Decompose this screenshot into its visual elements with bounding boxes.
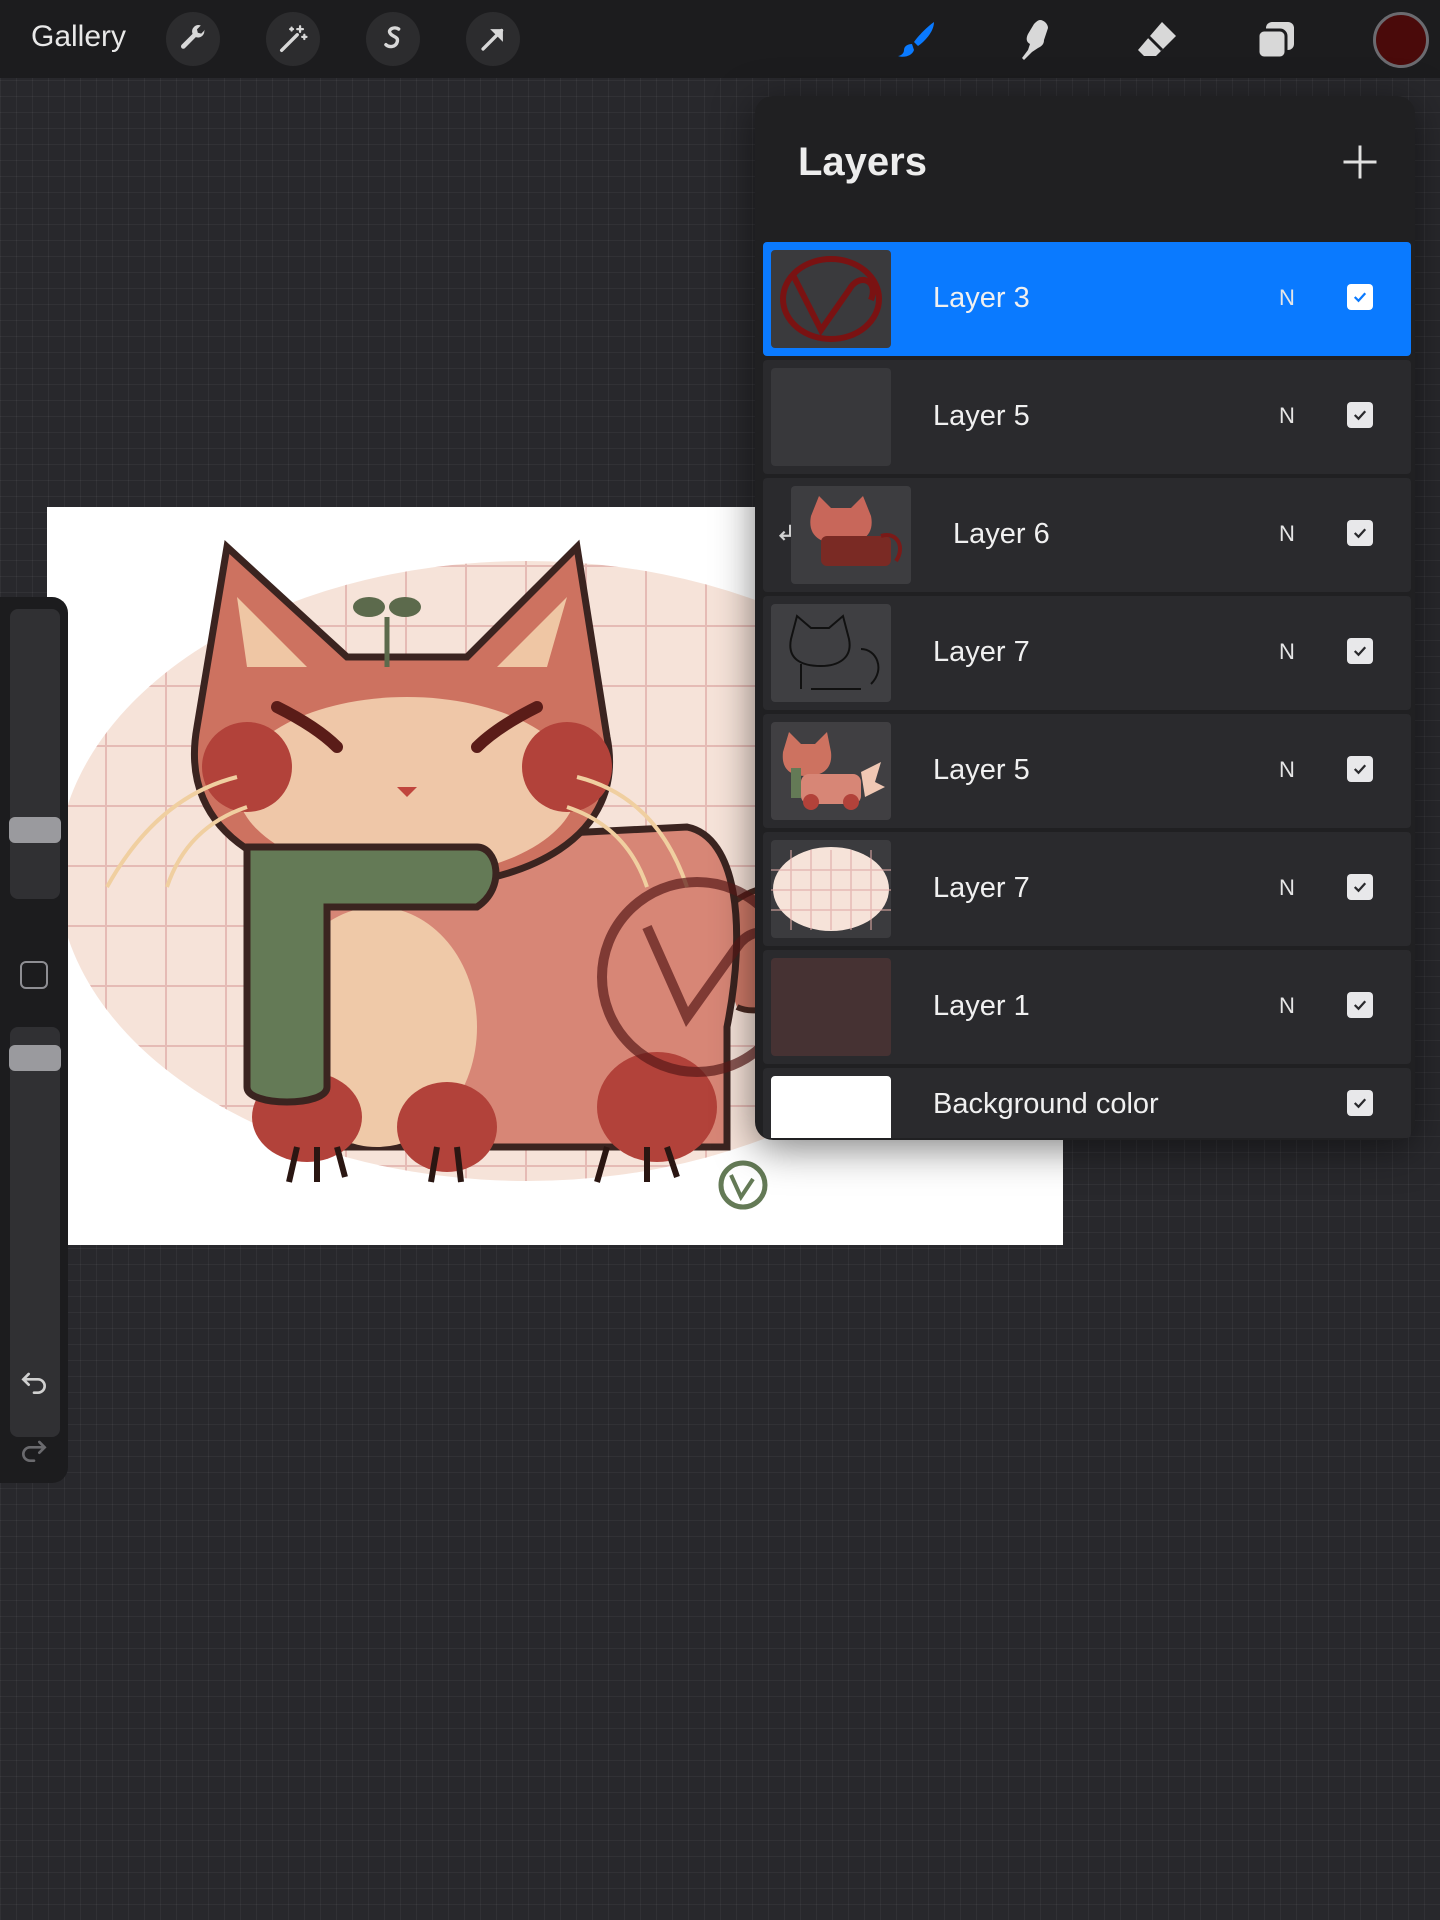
left-sidebar <box>0 597 68 1483</box>
visibility-checkbox[interactable] <box>1347 992 1373 1018</box>
blend-mode[interactable]: N <box>1279 757 1295 783</box>
brush-size-slider[interactable] <box>10 609 60 899</box>
modify-button[interactable] <box>20 961 48 989</box>
layer-name: Layer 1 <box>933 990 1030 1022</box>
layer-thumbnail <box>771 250 891 348</box>
blend-mode[interactable]: N <box>1279 403 1295 429</box>
layer-name: Layer 3 <box>933 282 1030 314</box>
visibility-checkbox[interactable] <box>1347 520 1373 546</box>
undo-icon[interactable] <box>18 1366 50 1398</box>
top-toolbar: Gallery <box>0 0 1440 78</box>
layer-name: Layer 7 <box>933 872 1030 904</box>
magic-wand-icon[interactable] <box>266 12 320 66</box>
layer-thumbnail <box>771 958 891 1056</box>
layer-name: Background color <box>933 1088 1159 1120</box>
visibility-checkbox[interactable] <box>1347 1090 1373 1116</box>
layer-thumbnail <box>791 486 911 584</box>
layer-name: Layer 5 <box>933 400 1030 432</box>
layer-name: Layer 6 <box>953 518 1050 550</box>
layers-icon[interactable] <box>1248 12 1304 68</box>
layer-thumbnail <box>771 368 891 466</box>
layer-row[interactable]: Background color <box>763 1068 1411 1138</box>
layer-thumbnail <box>771 840 891 938</box>
layer-row[interactable]: Layer 5 N <box>763 714 1411 828</box>
brush-icon[interactable] <box>888 12 944 68</box>
add-layer-icon[interactable] <box>1338 140 1382 184</box>
visibility-checkbox[interactable] <box>1347 756 1373 782</box>
eraser-icon[interactable] <box>1128 12 1184 68</box>
transform-arrow-icon[interactable] <box>466 12 520 66</box>
layer-name: Layer 5 <box>933 754 1030 786</box>
color-picker-swatch[interactable] <box>1373 12 1429 68</box>
blend-mode[interactable]: N <box>1279 639 1295 665</box>
layer-row[interactable]: Layer 1 N <box>763 950 1411 1064</box>
redo-icon[interactable] <box>18 1434 50 1466</box>
blend-mode[interactable]: N <box>1279 521 1295 547</box>
brush-size-thumb[interactable] <box>9 817 61 843</box>
visibility-checkbox[interactable] <box>1347 874 1373 900</box>
opacity-thumb[interactable] <box>9 1045 61 1071</box>
layer-name: Layer 7 <box>933 636 1030 668</box>
layer-row[interactable]: Layer 7 N <box>763 596 1411 710</box>
layer-row[interactable]: Layer 3 N <box>763 242 1411 356</box>
visibility-checkbox[interactable] <box>1347 284 1373 310</box>
visibility-checkbox[interactable] <box>1347 638 1373 664</box>
layer-thumbnail <box>771 1076 891 1138</box>
blend-mode[interactable]: N <box>1279 993 1295 1019</box>
layer-thumbnail <box>771 722 891 820</box>
layer-thumbnail <box>771 604 891 702</box>
wrench-icon[interactable] <box>166 12 220 66</box>
layers-title: Layers <box>798 140 927 184</box>
gallery-button[interactable]: Gallery <box>31 20 126 54</box>
blend-mode[interactable]: N <box>1279 875 1295 901</box>
selection-s-icon[interactable] <box>366 12 420 66</box>
smudge-icon[interactable] <box>1008 12 1064 68</box>
layer-row[interactable]: Layer 7 N <box>763 832 1411 946</box>
layer-row[interactable]: Layer 6 N <box>763 478 1411 592</box>
visibility-checkbox[interactable] <box>1347 402 1373 428</box>
blend-mode[interactable]: N <box>1279 285 1295 311</box>
layer-row[interactable]: Layer 5 N <box>763 360 1411 474</box>
layers-panel: Layers Layer 3 N Layer 5 N Layer 6 N Lay… <box>755 96 1415 1140</box>
